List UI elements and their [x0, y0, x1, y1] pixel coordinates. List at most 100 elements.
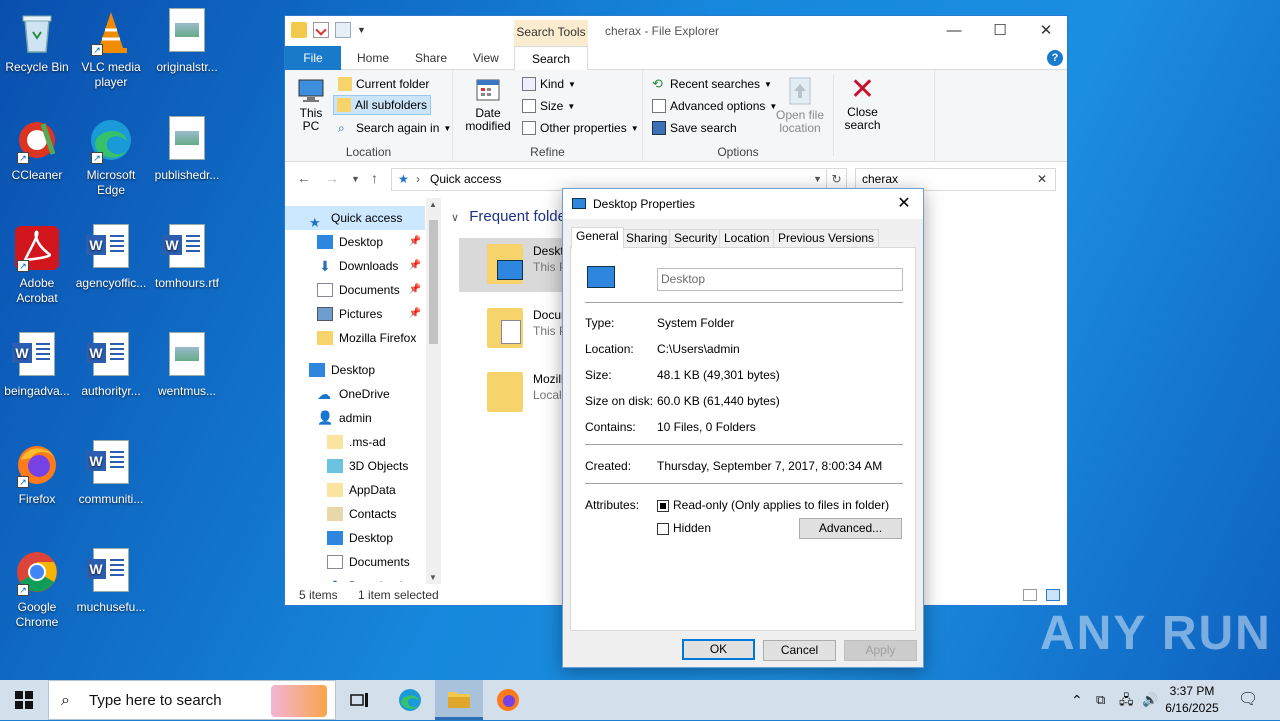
details-view-icon[interactable]	[1023, 589, 1037, 601]
scroll-up-icon[interactable]: ▲	[429, 200, 437, 209]
nav-downloads-pinned[interactable]: ⬇ Downloads 📌	[285, 254, 425, 278]
start-button[interactable]	[0, 680, 48, 720]
network-icon[interactable]: 🖧	[1119, 680, 1134, 720]
readonly-checkbox[interactable]: Read-only (Only applies to files in fold…	[657, 498, 889, 512]
nav-admin[interactable]: 👤 admin	[285, 406, 425, 430]
originalstr-file[interactable]: originalstr...	[150, 8, 224, 75]
agencyoffic-file[interactable]: W agencyoffic...	[74, 224, 148, 291]
firefox-shortcut[interactable]: ↗ Firefox	[0, 440, 74, 507]
nav-quick-access[interactable]: ★ Quick access	[285, 206, 425, 230]
nav-desktop-user[interactable]: Desktop	[285, 526, 425, 550]
advanced-button[interactable]: Advanced...	[799, 518, 902, 539]
nav-desktop-root[interactable]: Desktop	[285, 358, 425, 382]
scrollbar-thumb[interactable]	[429, 220, 438, 344]
microsoft-edge-shortcut[interactable]: ↗ Microsoft Edge	[74, 116, 148, 198]
nav-documents-pinned[interactable]: Documents 📌	[285, 278, 425, 302]
vlc-shortcut[interactable]: ↗ VLC media player	[74, 8, 148, 90]
all-subfolders-button[interactable]: All subfolders	[333, 95, 432, 115]
nav-pictures-pinned[interactable]: Pictures 📌	[285, 302, 425, 326]
taskbar-search-box[interactable]: ⌕ Type here to search	[48, 680, 336, 720]
nav-desktop-pinned[interactable]: Desktop 📌	[285, 230, 425, 254]
notification-center-icon[interactable]: 🗨	[1238, 680, 1258, 720]
save-search-button[interactable]: Save search	[649, 118, 740, 138]
help-icon[interactable]: ?	[1047, 50, 1063, 66]
tab-sharing[interactable]: Sharing	[621, 229, 673, 248]
nav-documents-user[interactable]: Documents	[285, 550, 425, 574]
size-button[interactable]: Size ▼	[519, 96, 578, 116]
folder-name-field[interactable]: Desktop	[657, 268, 903, 291]
chevron-down-icon[interactable]: ▼	[357, 22, 367, 38]
dialog-close-button[interactable]: ✕	[891, 189, 917, 219]
folder-icon[interactable]	[291, 22, 307, 38]
other-properties-button[interactable]: Other properties ▼	[519, 118, 642, 138]
ok-button[interactable]: OK	[682, 639, 755, 660]
current-folder-button[interactable]: Current folder	[335, 74, 432, 94]
folder-tile-documents[interactable]: Docur This P	[459, 302, 569, 356]
maximize-button[interactable]: ☐	[977, 16, 1023, 46]
wentmus-file[interactable]: wentmus...	[150, 332, 224, 399]
hidden-checkbox[interactable]: Hidden	[657, 521, 711, 535]
kind-button[interactable]: Kind ▼	[519, 74, 579, 94]
advanced-options-button[interactable]: Advanced options ▼	[649, 96, 780, 116]
scroll-down-icon[interactable]: ▼	[429, 573, 437, 582]
date-modified-button[interactable]: Date modified	[457, 76, 519, 133]
this-pc-button[interactable]: This PC	[293, 78, 329, 133]
folder-tile-mozilla[interactable]: Mozill Local	[459, 366, 569, 420]
tab-security[interactable]: Security	[669, 229, 723, 248]
minimize-button[interactable]: —	[931, 16, 977, 46]
clear-search-icon[interactable]: ✕	[1037, 169, 1047, 190]
muchusefu-file[interactable]: W muchusefu...	[74, 548, 148, 615]
recycle-bin-shortcut[interactable]: Recycle Bin	[0, 8, 74, 75]
clock[interactable]: 3:37 PM 6/16/2025	[1160, 683, 1224, 717]
recent-locations-chevron-icon[interactable]: ▼	[351, 174, 360, 184]
close-search-button[interactable]: ✕ Close search	[833, 74, 887, 156]
publishedr-file[interactable]: publishedr...	[150, 116, 224, 183]
navigation-scrollbar[interactable]: ▲ ▼	[426, 198, 441, 584]
adobe-acrobat-shortcut[interactable]: ↗ Adobe Acrobat	[0, 224, 74, 306]
volume-icon[interactable]: 🔊	[1142, 680, 1158, 720]
communiti-file[interactable]: W communiti...	[74, 440, 148, 507]
folder-tile-desktop[interactable]: Deskto This P	[459, 238, 570, 292]
nav-onedrive[interactable]: ☁ OneDrive	[285, 382, 425, 406]
tab-view[interactable]: View	[461, 46, 511, 70]
open-file-location-button[interactable]: Open file location	[773, 76, 827, 135]
new-folder-icon[interactable]	[335, 22, 351, 38]
nav-3d-objects[interactable]: 3D Objects	[285, 454, 425, 478]
beingadva-file[interactable]: W beingadva...	[0, 332, 74, 399]
task-view-button[interactable]	[336, 680, 384, 720]
nav-mozilla-firefox[interactable]: Mozilla Firefox	[285, 326, 425, 350]
taskbar-firefox[interactable]	[484, 680, 532, 720]
nav-ms-ad[interactable]: .ms-ad	[285, 430, 425, 454]
properties-icon[interactable]	[313, 22, 329, 38]
taskbar-edge[interactable]	[386, 680, 434, 720]
tab-location[interactable]: Location	[719, 229, 775, 248]
back-arrow-icon[interactable]: ←	[297, 170, 311, 186]
ccleaner-shortcut[interactable]: ↗ CCleaner	[0, 116, 74, 183]
chevron-down-icon[interactable]: ▼	[813, 169, 822, 190]
authorityr-file[interactable]: W authorityr...	[74, 332, 148, 399]
tomhours-file[interactable]: W tomhours.rtf	[150, 224, 224, 291]
forward-arrow-icon[interactable]: →	[325, 170, 339, 186]
nav-downloads-user[interactable]: ⬇ Downloads	[285, 574, 425, 582]
nav-contacts[interactable]: Contacts	[285, 502, 425, 526]
large-icons-view-icon[interactable]	[1046, 589, 1060, 601]
recent-searches-button[interactable]: ⟲ Recent searches ▼	[649, 74, 775, 94]
close-button[interactable]: ✕	[1023, 16, 1069, 46]
tab-home[interactable]: Home	[345, 46, 401, 70]
apply-button[interactable]: Apply	[844, 640, 917, 661]
taskbar-file-explorer[interactable]	[435, 680, 483, 720]
google-chrome-shortcut[interactable]: ↗ Google Chrome	[0, 548, 74, 630]
tab-general[interactable]: General	[571, 227, 624, 249]
tab-previous-versions[interactable]: Previous Versions	[773, 229, 880, 248]
tab-share[interactable]: Share	[403, 46, 459, 70]
cancel-button[interactable]: Cancel	[763, 640, 836, 661]
up-arrow-icon[interactable]: ↑	[371, 170, 378, 186]
nav-appdata[interactable]: AppData	[285, 478, 425, 502]
tab-search[interactable]: Search	[514, 46, 588, 71]
frequent-folders-header[interactable]: ∨ Frequent folde	[451, 208, 566, 225]
chevron-up-icon[interactable]: ⌃	[1071, 680, 1083, 720]
meet-now-icon[interactable]: ⧉	[1096, 680, 1105, 720]
search-again-button[interactable]: ⌕ Search again in ▼	[335, 118, 454, 138]
tab-file[interactable]: File	[285, 46, 341, 70]
nav-label: Documents	[349, 555, 410, 569]
